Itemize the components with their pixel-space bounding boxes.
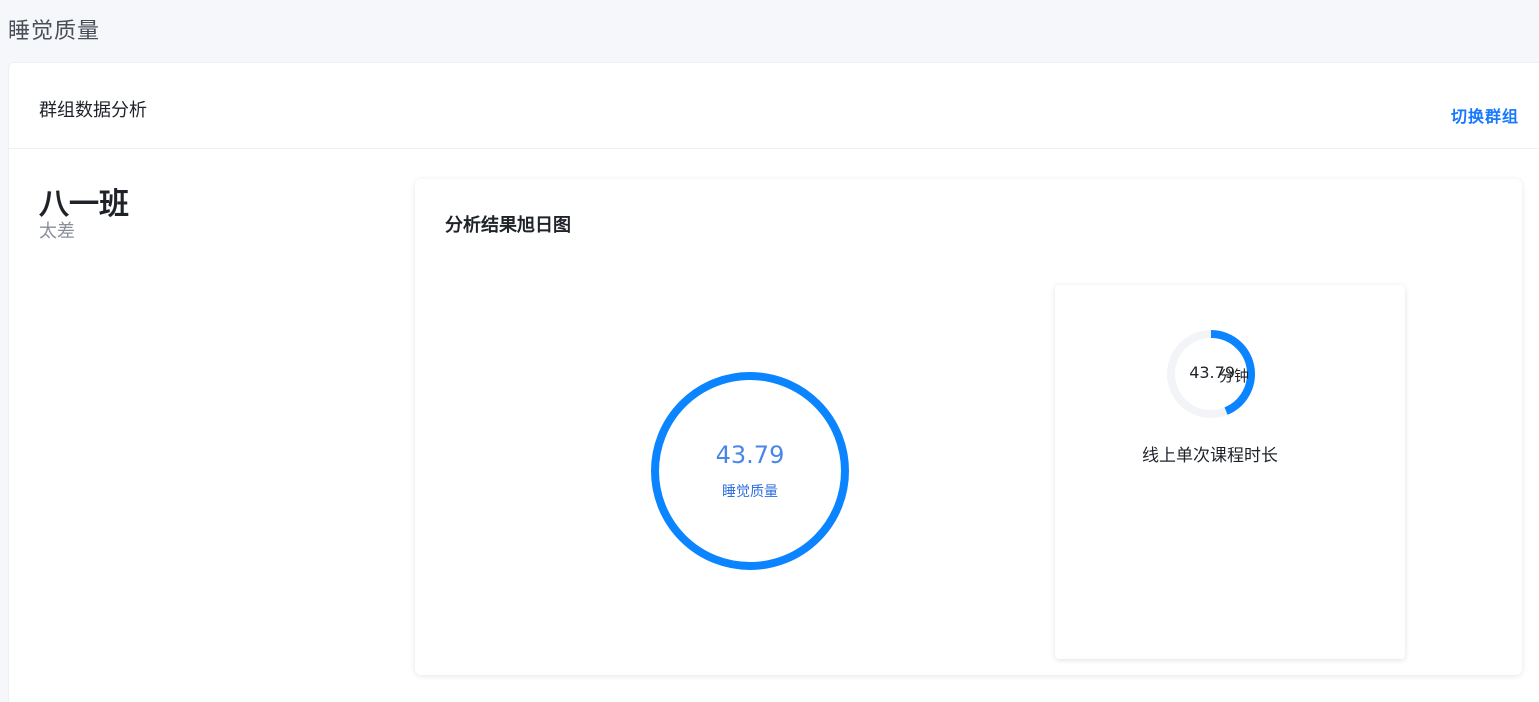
sleep-quality-ring [651,372,849,570]
course-duration-label: 线上单次课程时长 [1142,446,1278,466]
sleep-quality-label: 睡觉质量 [722,484,778,500]
chart-title: 分析结果旭日图 [445,215,571,236]
card-header: 群组数据分析 切换群组 [9,63,1539,149]
sleep-quality-value: 43.79 [715,441,785,469]
course-duration-card: 43.79 分钟 线上单次课程时长 [1055,285,1405,659]
sleep-quality-arc [651,372,849,570]
switch-group-link[interactable]: 切换群组 [1451,103,1519,127]
course-duration-unit: 分钟 [1219,367,1250,385]
analysis-chart-panel: 分析结果旭日图 43.79 睡觉质量 43.79 分钟 线上单次课程时长 [415,179,1522,675]
sleep-quality-gauge: 43.79 睡觉质量 [650,371,850,571]
course-duration-gauge: 43.79 分钟 [1165,328,1257,420]
page-title: 睡觉质量 [8,19,101,44]
group-status: 太差 [39,221,75,242]
page-header: 睡觉质量 [0,0,1539,62]
card-title: 群组数据分析 [39,100,147,121]
group-analysis-card: 群组数据分析 切换群组 八一班 太差 分析结果旭日图 43.79 睡觉质量 43… [8,62,1539,702]
